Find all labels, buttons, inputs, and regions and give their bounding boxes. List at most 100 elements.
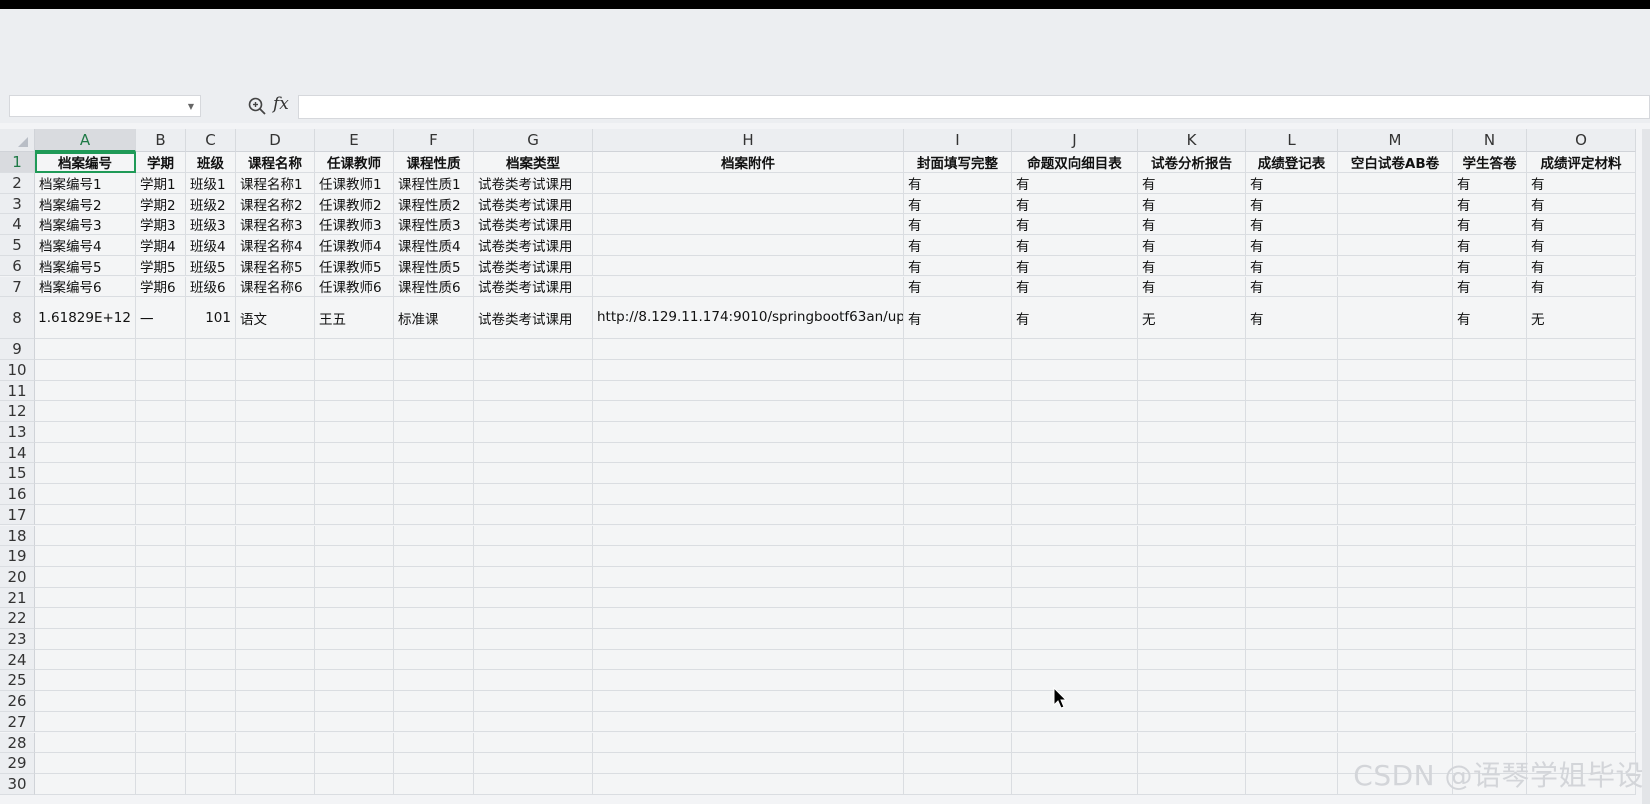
- function-icon[interactable]: fx: [273, 94, 289, 114]
- cell-o15[interactable]: [1527, 463, 1636, 485]
- cell-l27[interactable]: [1246, 711, 1338, 733]
- cell-a4[interactable]: 档案编号3: [35, 214, 136, 236]
- cell-i6[interactable]: 有: [904, 255, 1012, 277]
- cell-b22[interactable]: [136, 608, 186, 629]
- cell-m8[interactable]: [1338, 297, 1453, 340]
- cell-e25[interactable]: [315, 670, 394, 692]
- cell-c29[interactable]: [186, 753, 236, 774]
- cell-n24[interactable]: [1453, 649, 1527, 671]
- cell-l15[interactable]: [1246, 463, 1338, 485]
- cell-c4[interactable]: 班级3: [186, 214, 236, 236]
- cell-c20[interactable]: [186, 566, 236, 588]
- cell-e9[interactable]: [315, 339, 394, 360]
- cell-d29[interactable]: [236, 753, 315, 774]
- cell-m17[interactable]: [1338, 504, 1453, 526]
- column-header-a[interactable]: A: [35, 129, 136, 152]
- cell-d21[interactable]: [236, 587, 315, 609]
- cell-c8[interactable]: 101: [186, 297, 236, 340]
- cell-b15[interactable]: [136, 463, 186, 485]
- cell-d22[interactable]: [236, 608, 315, 629]
- column-header-j[interactable]: J: [1012, 129, 1138, 152]
- cell-m28[interactable]: [1338, 732, 1453, 754]
- cell-h25[interactable]: [593, 670, 904, 692]
- cell-l17[interactable]: [1246, 504, 1338, 526]
- cell-c18[interactable]: [186, 525, 236, 547]
- cell-j30[interactable]: [1012, 773, 1138, 795]
- cell-e30[interactable]: [315, 773, 394, 795]
- cell-b11[interactable]: [136, 380, 186, 402]
- cell-e10[interactable]: [315, 359, 394, 381]
- cell-m20[interactable]: [1338, 566, 1453, 588]
- cell-c24[interactable]: [186, 649, 236, 671]
- cell-c17[interactable]: [186, 504, 236, 526]
- cell-d15[interactable]: [236, 463, 315, 485]
- cell-a15[interactable]: [35, 463, 136, 485]
- cell-j10[interactable]: [1012, 359, 1138, 381]
- cell-n25[interactable]: [1453, 670, 1527, 692]
- row-header-7[interactable]: 7: [0, 276, 35, 298]
- cell-d5[interactable]: 课程名称4: [236, 235, 315, 256]
- row-header-6[interactable]: 6: [0, 255, 35, 277]
- cell-f24[interactable]: [394, 649, 474, 671]
- cell-a18[interactable]: [35, 525, 136, 547]
- cell-d28[interactable]: [236, 732, 315, 754]
- row-header-8[interactable]: 8: [0, 297, 35, 340]
- cell-h11[interactable]: [593, 380, 904, 402]
- cell-d16[interactable]: [236, 484, 315, 505]
- cell-i17[interactable]: [904, 504, 1012, 526]
- cell-j3[interactable]: 有: [1012, 193, 1138, 215]
- cell-g26[interactable]: [474, 691, 593, 712]
- cell-o7[interactable]: 有: [1527, 276, 1636, 298]
- cell-f14[interactable]: [394, 442, 474, 464]
- cell-f7[interactable]: 课程性质6: [394, 276, 474, 298]
- column-header-n[interactable]: N: [1453, 129, 1527, 152]
- cell-a10[interactable]: [35, 359, 136, 381]
- cell-l7[interactable]: 有: [1246, 276, 1338, 298]
- cell-a22[interactable]: [35, 608, 136, 629]
- cell-h29[interactable]: [593, 753, 904, 774]
- cell-c27[interactable]: [186, 711, 236, 733]
- cell-l28[interactable]: [1246, 732, 1338, 754]
- cell-g28[interactable]: [474, 732, 593, 754]
- cell-j16[interactable]: [1012, 484, 1138, 505]
- cell-i15[interactable]: [904, 463, 1012, 485]
- cell-h16[interactable]: [593, 484, 904, 505]
- cell-j25[interactable]: [1012, 670, 1138, 692]
- cell-b3[interactable]: 学期2: [136, 193, 186, 215]
- cell-c30[interactable]: [186, 773, 236, 795]
- cell-j21[interactable]: [1012, 587, 1138, 609]
- row-header-30[interactable]: 30: [0, 773, 35, 795]
- cell-c14[interactable]: [186, 442, 236, 464]
- cell-b6[interactable]: 学期5: [136, 255, 186, 277]
- cell-e22[interactable]: [315, 608, 394, 629]
- cell-o5[interactable]: 有: [1527, 235, 1636, 256]
- cell-n5[interactable]: 有: [1453, 235, 1527, 256]
- cell-k30[interactable]: [1138, 773, 1246, 795]
- cell-m21[interactable]: [1338, 587, 1453, 609]
- cell-f22[interactable]: [394, 608, 474, 629]
- row-header-2[interactable]: 2: [0, 173, 35, 194]
- cell-k6[interactable]: 有: [1138, 255, 1246, 277]
- cell-k9[interactable]: [1138, 339, 1246, 360]
- cell-o2[interactable]: 有: [1527, 173, 1636, 194]
- cell-h1[interactable]: 档案附件: [593, 152, 904, 173]
- cell-m2[interactable]: [1338, 173, 1453, 194]
- row-header-23[interactable]: 23: [0, 629, 35, 650]
- cell-h21[interactable]: [593, 587, 904, 609]
- cell-l12[interactable]: [1246, 401, 1338, 422]
- cell-f18[interactable]: [394, 525, 474, 547]
- cell-j14[interactable]: [1012, 442, 1138, 464]
- cell-l13[interactable]: [1246, 422, 1338, 443]
- cell-n15[interactable]: [1453, 463, 1527, 485]
- cell-k25[interactable]: [1138, 670, 1246, 692]
- cell-b20[interactable]: [136, 566, 186, 588]
- cell-b13[interactable]: [136, 422, 186, 443]
- cell-h14[interactable]: [593, 442, 904, 464]
- cell-m4[interactable]: [1338, 214, 1453, 236]
- column-header-e[interactable]: E: [315, 129, 394, 152]
- cell-a21[interactable]: [35, 587, 136, 609]
- cell-n13[interactable]: [1453, 422, 1527, 443]
- cell-m11[interactable]: [1338, 380, 1453, 402]
- cell-a25[interactable]: [35, 670, 136, 692]
- cell-o28[interactable]: [1527, 732, 1636, 754]
